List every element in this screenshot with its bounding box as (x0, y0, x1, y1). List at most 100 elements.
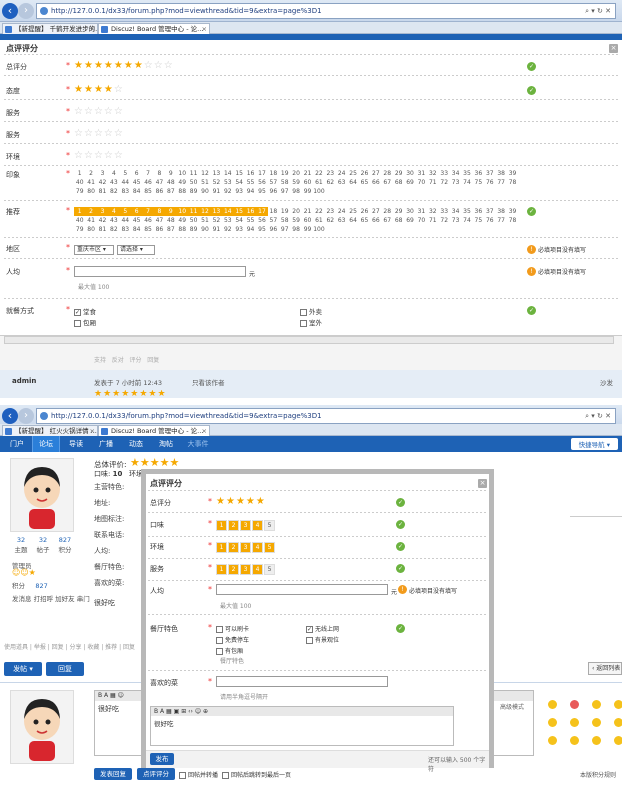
number-option[interactable]: 66 (370, 216, 381, 225)
number-option[interactable]: 92 (222, 225, 233, 234)
emoji-icon[interactable] (592, 736, 601, 745)
number-option[interactable]: 88 (177, 225, 188, 234)
nav-item-portal[interactable]: 门户 (4, 436, 30, 452)
number-option[interactable]: 86 (154, 225, 165, 234)
stat-item[interactable]: 32 帖子 (32, 536, 54, 554)
number-option[interactable]: 59 (290, 216, 301, 225)
star-icon[interactable]: ☆ (104, 151, 113, 161)
emoji-icon[interactable] (548, 736, 557, 745)
number-option[interactable]: 38 (495, 169, 506, 178)
number-option[interactable]: 35 (461, 207, 472, 216)
forward-button-icon[interactable]: › (18, 408, 34, 424)
number-option[interactable]: 4 (108, 207, 120, 216)
number-option[interactable]: 56 (256, 216, 267, 225)
number-option[interactable]: 100 (313, 225, 324, 234)
feature-option[interactable]: 有包厢 (216, 646, 243, 655)
star-icon[interactable]: ☆ (114, 85, 123, 95)
number-option[interactable]: 93 (233, 187, 244, 196)
checkbox[interactable] (216, 626, 223, 633)
scale-option[interactable]: 5 (264, 520, 275, 531)
number-option[interactable]: 37 (484, 169, 495, 178)
checkbox[interactable]: ✓ (74, 308, 81, 316)
star-icon[interactable]: ★ (74, 85, 83, 95)
star-icon[interactable]: ☆ (94, 107, 103, 117)
method-option[interactable]: 外卖 (300, 306, 322, 316)
number-option[interactable]: 11 (187, 207, 200, 216)
scale-option[interactable]: 5 (264, 564, 275, 575)
stat-item[interactable]: 32 主题 (10, 536, 32, 554)
number-option[interactable]: 19 (279, 207, 290, 216)
number-option[interactable]: 80 (85, 225, 96, 234)
number-option[interactable]: 49 (177, 178, 188, 187)
number-option[interactable]: 78 (507, 178, 518, 187)
submit-reply-button[interactable]: 发表回复 (94, 768, 132, 780)
number-option[interactable]: 48 (165, 178, 176, 187)
number-option[interactable]: 17 (256, 207, 268, 216)
number-option[interactable]: 19 (279, 169, 290, 178)
number-option[interactable]: 13 (210, 207, 223, 216)
number-option[interactable]: 22 (313, 169, 324, 178)
nav-item-collection[interactable]: 淘帖 (152, 436, 180, 452)
stat-item[interactable]: 827 积分 (54, 536, 76, 554)
star-icon[interactable]: ☆ (84, 129, 93, 139)
number-option[interactable]: 41 (85, 178, 96, 187)
number-option[interactable]: 45 (131, 178, 142, 187)
scale-option[interactable]: 3 (240, 520, 251, 531)
emoji-icon[interactable] (570, 718, 579, 727)
star-icon[interactable]: ☆ (114, 129, 123, 139)
star-icon[interactable]: ☆ (94, 151, 103, 161)
number-option[interactable]: 99 (302, 225, 313, 234)
number-option[interactable]: 89 (188, 225, 199, 234)
number-option[interactable]: 20 (290, 169, 301, 178)
number-option[interactable]: 34 (450, 207, 461, 216)
tab-admin[interactable]: Discuz! Board 管理中心 - 论... × (98, 425, 210, 436)
number-option[interactable]: 46 (142, 178, 153, 187)
star-rating[interactable]: ☆☆☆☆☆ (74, 151, 124, 161)
number-option[interactable]: 75 (473, 216, 484, 225)
number-option[interactable]: 84 (131, 187, 142, 196)
number-option[interactable]: 68 (393, 178, 404, 187)
feature-option[interactable]: ✓ 无线上网 (306, 624, 339, 633)
emoji-icon[interactable] (548, 700, 557, 709)
star-icon[interactable]: ☆ (94, 129, 103, 139)
number-option[interactable]: 70 (416, 216, 427, 225)
user-links[interactable]: 发消息 打招呼 加好友 串门 (12, 593, 90, 603)
number-option[interactable]: 30 (404, 169, 415, 178)
number-option[interactable]: 43 (108, 178, 119, 187)
emoji-icon[interactable] (570, 736, 579, 745)
scale-option[interactable]: 2 (228, 542, 239, 553)
emoji-icon[interactable] (614, 718, 622, 727)
number-option[interactable]: 62 (325, 216, 336, 225)
star-icon[interactable]: ★ (216, 497, 225, 507)
number-option[interactable]: 40 (74, 178, 85, 187)
number-option[interactable]: 24 (336, 207, 347, 216)
number-option[interactable]: 47 (154, 216, 165, 225)
post-actions[interactable]: 支持 反对 评分 回复 (94, 355, 159, 364)
number-option[interactable]: 33 (439, 207, 450, 216)
scale-option[interactable]: 4 (252, 542, 263, 553)
close-icon[interactable]: × (609, 44, 618, 53)
checkbox[interactable] (306, 637, 313, 644)
number-option[interactable]: 63 (336, 178, 347, 187)
number-option[interactable]: 55 (245, 178, 256, 187)
scale-option[interactable]: 1 (216, 564, 227, 575)
star-icon[interactable]: ☆ (164, 61, 173, 71)
scale-option[interactable]: 1 (216, 542, 227, 553)
nav-item-broadcast[interactable]: 广播 (92, 436, 120, 452)
star-icon[interactable]: ☆ (104, 129, 113, 139)
number-option[interactable]: 66 (370, 178, 381, 187)
option-jump[interactable]: 回帖后跳转到最后一页 (222, 770, 291, 779)
number-option[interactable]: 70 (416, 178, 427, 187)
number-option[interactable]: 88 (177, 187, 188, 196)
quick-nav-button[interactable]: 快捷导航 ▾ (570, 438, 618, 450)
number-option[interactable]: 56 (256, 178, 267, 187)
number-option[interactable]: 49 (177, 216, 188, 225)
number-option[interactable]: 31 (416, 169, 427, 178)
checkbox[interactable] (222, 772, 229, 779)
number-option[interactable]: 67 (382, 216, 393, 225)
action-oppose[interactable]: 反对 (112, 357, 124, 364)
number-option[interactable]: 39 (507, 207, 518, 216)
checkbox[interactable] (216, 637, 223, 644)
number-option[interactable]: 65 (359, 178, 370, 187)
number-option[interactable]: 32 (427, 169, 438, 178)
